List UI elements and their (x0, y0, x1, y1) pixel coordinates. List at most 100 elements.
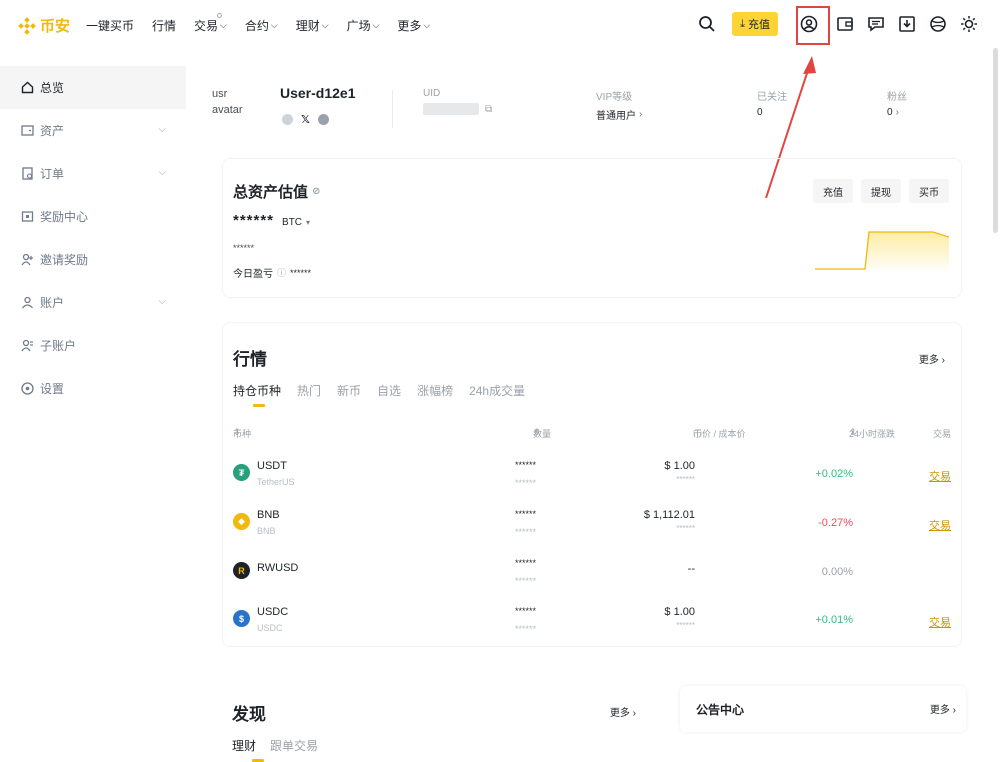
chevron-down-icon: ⌵ (158, 296, 166, 307)
withdraw-button[interactable]: 提现 (861, 179, 901, 203)
tab-volume[interactable]: 24h成交量 (469, 382, 525, 399)
amount-masked: ****** (514, 460, 536, 470)
brand-name: 币安 (40, 18, 71, 35)
tab-copy-trading[interactable]: 跟单交易 (270, 737, 318, 754)
tab-gainers[interactable]: 涨幅榜 (417, 382, 453, 399)
deposit-button[interactable]: ⤓ 充值 (732, 12, 778, 36)
info-icon[interactable]: ⓘ (693, 427, 702, 440)
sidebar-item-account[interactable]: 账户 ⌵ (0, 281, 186, 324)
chevron-right-icon: › (632, 708, 636, 719)
usdt-coin-icon: ₮ (233, 464, 250, 481)
tab-favorites[interactable]: 自选 (377, 382, 401, 399)
amount-cell: ****** ****** (515, 556, 536, 588)
discover-more-link[interactable]: 更多 › (610, 704, 636, 719)
price-cell: $ 1.00 ****** (664, 460, 695, 484)
nav-item-earn[interactable]: 理财 ⌵ (296, 17, 329, 34)
buy-crypto-button[interactable]: 买币 (909, 179, 949, 203)
followers-value: 0 (887, 107, 893, 118)
cost-masked: ****** (676, 524, 695, 533)
table-row[interactable]: ₮ USDT TetherUS ****** ****** $ 1.00 *****… (233, 458, 951, 506)
deposit-button[interactable]: 充值 (813, 179, 853, 203)
annotation-highlight-box (796, 6, 830, 45)
following-block[interactable]: 已关注 0 (757, 88, 787, 118)
amount-cell: ****** ****** (515, 604, 536, 636)
following-label: 已关注 (757, 92, 787, 103)
sidebar-item-label: 总览 (40, 81, 65, 95)
sidebar-item-reward-center[interactable]: 奖励中心 (0, 195, 186, 238)
table-row[interactable]: ◆ BNB BNB ****** ****** $ 1,112.01 ****** … (233, 507, 951, 555)
followers-block[interactable]: 粉丝 0 › (887, 88, 907, 118)
tab-new[interactable]: 新币 (337, 382, 361, 399)
sidebar-item-settings[interactable]: 设置 (0, 367, 186, 410)
trade-link[interactable]: 交易 (929, 468, 951, 484)
nav-label: 广场 (346, 19, 371, 33)
chevron-down-icon: ⌵ (220, 20, 227, 30)
market-more-link[interactable]: 更多 › (919, 351, 945, 366)
caret-down-icon[interactable]: ▾ (306, 218, 310, 227)
coin-symbol: BNB (257, 509, 280, 521)
copy-icon[interactable]: ⧉ (485, 104, 492, 115)
nav-label: 更多 (397, 19, 422, 33)
asset-title: 总资产估值 ⊘ (233, 181, 320, 202)
tab-holdings[interactable]: 持仓币种 (233, 382, 281, 407)
top-navigation: 币安 一键买币 行情 交易 ⌵ 合约 ⌵ 理财 ⌵ 广场 ⌵ 更多 ⌵ ⤓ 充值 (0, 0, 1000, 50)
avatar[interactable]: usr avatar (212, 86, 252, 118)
settings-icon (20, 382, 34, 396)
balance-sparkline (815, 231, 949, 270)
main-menu: 一键买币 行情 交易 ⌵ 合约 ⌵ 理财 ⌵ 广场 ⌵ 更多 ⌵ (86, 13, 448, 34)
social-link-icon[interactable] (317, 114, 329, 125)
invite-icon (20, 253, 34, 267)
table-row[interactable]: R RWUSD ****** ****** -- 0.00% (233, 556, 951, 604)
bnb-coin-icon: ◆ (233, 513, 250, 530)
x-twitter-icon[interactable]: 𝕏 (301, 113, 310, 126)
search-icon[interactable] (696, 13, 718, 35)
message-icon[interactable] (865, 13, 887, 35)
nav-item-quick-buy[interactable]: 一键买币 (86, 17, 134, 34)
wallet-icon[interactable] (834, 13, 856, 35)
sidebar-item-assets[interactable]: 资产 ⌵ (0, 109, 186, 152)
download-app-icon[interactable] (896, 13, 918, 35)
change-value: +0.01% (815, 614, 853, 626)
tab-earn[interactable]: 理财 (232, 737, 265, 762)
amount-fiat-masked: ****** (514, 576, 536, 586)
nav-item-markets[interactable]: 行情 (152, 17, 176, 34)
nav-item-square[interactable]: 广场 ⌵ (347, 17, 380, 34)
sidebar-item-subaccount[interactable]: 子账户 (0, 324, 186, 367)
announcement-more-link[interactable]: 更多 › (930, 701, 956, 716)
sidebar-item-orders[interactable]: 订单 ⌵ (0, 152, 186, 195)
coin-symbol: RWUSD (257, 562, 299, 574)
tab-hot[interactable]: 热门 (297, 382, 321, 399)
reward-icon (20, 210, 34, 224)
trade-link[interactable]: 交易 (929, 517, 951, 533)
sidebar-item-label: 订单 (40, 167, 65, 181)
currency-select[interactable]: BTC (282, 217, 302, 228)
brand-logo[interactable]: 币安 (18, 15, 70, 36)
username: User-d12e1 (280, 85, 356, 101)
discover-section: 发现 更多 › 理财 跟单交易 (222, 686, 652, 762)
trade-link[interactable]: 交易 (929, 614, 951, 630)
sidebar-item-referral[interactable]: 邀请奖励 (0, 238, 186, 281)
chevron-down-icon: ⌵ (321, 20, 329, 30)
table-row[interactable]: $ USDC USDC ****** ****** $ 1.00 ****** +0… (233, 604, 951, 652)
chevron-right-icon: › (895, 107, 899, 118)
nav-item-futures[interactable]: 合约 ⌵ (245, 17, 278, 34)
social-placeholder-icon[interactable] (282, 114, 293, 125)
followers-label: 粉丝 (887, 92, 907, 103)
sidebar-item-overview[interactable]: 总览 (0, 66, 186, 109)
vip-block[interactable]: VIP等级 普通用户 › (596, 88, 642, 122)
social-links: 𝕏 (282, 113, 329, 126)
info-icon[interactable]: ⓘ (277, 266, 286, 279)
hide-balance-icon[interactable]: ⊘ (312, 186, 320, 197)
sort-icon: ⇕ (533, 427, 541, 437)
nav-item-more[interactable]: 更多 ⌵ (397, 17, 430, 34)
market-title: 行情 (233, 350, 267, 369)
divider (392, 90, 393, 128)
scrollbar[interactable] (993, 48, 998, 233)
chevron-right-icon: › (639, 109, 643, 120)
language-globe-icon[interactable] (927, 13, 949, 35)
discover-title: 发现 (232, 705, 266, 724)
sidebar-item-label: 资产 (40, 124, 65, 138)
pnl-value: ****** (290, 267, 312, 278)
nav-item-trade[interactable]: 交易 ⌵ (194, 13, 227, 34)
theme-sun-icon[interactable] (958, 13, 980, 35)
